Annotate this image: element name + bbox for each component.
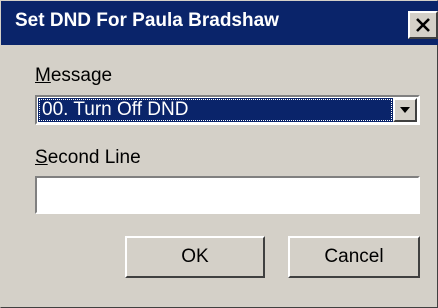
second-line-label: Second Line — [35, 147, 141, 168]
close-button[interactable] — [408, 11, 438, 39]
ok-button[interactable]: OK — [125, 236, 265, 278]
window-title: Set DND For Paula Bradshaw — [15, 10, 279, 31]
message-selected-value: 00. Turn Off DND — [42, 99, 189, 120]
title-bar[interactable]: Set DND For Paula Bradshaw — [1, 1, 438, 45]
cancel-button[interactable]: Cancel — [288, 236, 420, 278]
message-dropdown[interactable]: 00. Turn Off DND — [35, 95, 420, 125]
dnd-dialog: Set DND For Paula Bradshaw Message 00. T… — [0, 0, 438, 308]
second-line-input[interactable] — [35, 176, 420, 214]
dropdown-button[interactable] — [393, 98, 417, 122]
message-selected-item: 00. Turn Off DND — [38, 98, 393, 122]
message-label: Message — [35, 65, 113, 86]
